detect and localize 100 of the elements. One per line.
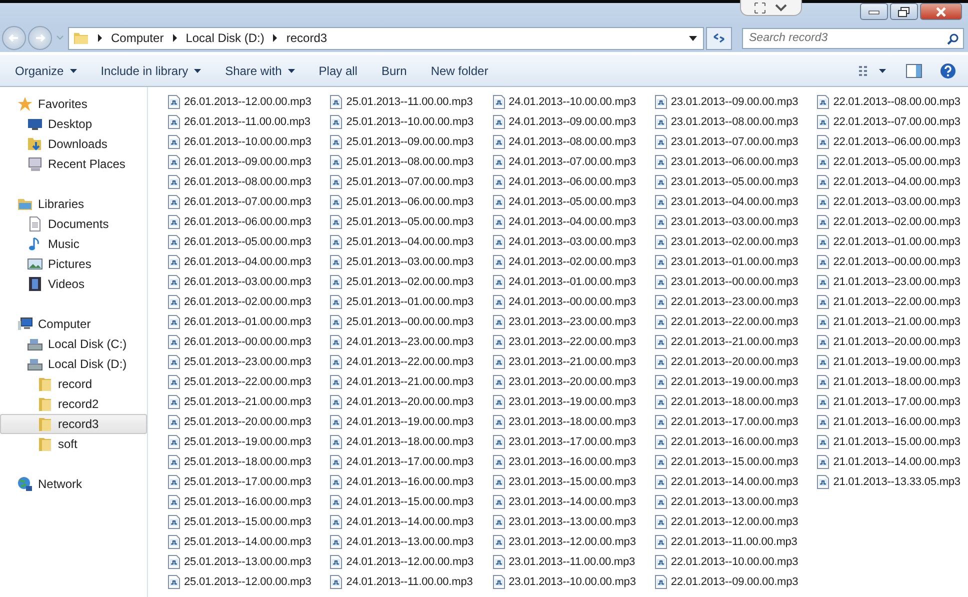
file-item[interactable]: 22.01.2013--11.00.00.mp3 — [654, 532, 818, 552]
file-item[interactable]: 21.01.2013--22.00.00.mp3 — [817, 292, 968, 312]
file-item[interactable]: 22.01.2013--23.00.00.mp3 — [654, 292, 818, 312]
minimize-button[interactable] — [860, 3, 888, 20]
file-item[interactable]: 22.01.2013--22.00.00.mp3 — [654, 312, 818, 332]
file-item[interactable]: 22.01.2013--07.00.00.mp3 — [817, 112, 968, 132]
close-button[interactable] — [920, 3, 962, 20]
back-button[interactable] — [2, 26, 26, 50]
file-item[interactable]: 22.01.2013--12.00.00.mp3 — [654, 512, 818, 532]
file-item[interactable]: 22.01.2013--06.00.00.mp3 — [817, 132, 968, 152]
file-item[interactable]: 25.01.2013--03.00.00.mp3 — [330, 252, 493, 272]
navigation-item[interactable]: Local Disk (D:) — [0, 354, 147, 374]
forward-button[interactable] — [28, 26, 52, 50]
navigation-item[interactable]: record2 — [0, 394, 147, 414]
toolbar-button[interactable]: New folder — [422, 60, 498, 82]
file-item[interactable]: 26.01.2013--04.00.00.mp3 — [168, 252, 330, 272]
navigation-item[interactable]: Music — [0, 234, 147, 254]
file-item[interactable]: 22.01.2013--19.00.00.mp3 — [654, 372, 818, 392]
file-item[interactable]: 22.01.2013--01.00.00.mp3 — [817, 232, 968, 252]
file-item[interactable]: 23.01.2013--22.00.00.mp3 — [492, 332, 655, 352]
file-item[interactable]: 23.01.2013--05.00.00.mp3 — [654, 172, 818, 192]
file-item[interactable]: 24.01.2013--17.00.00.mp3 — [330, 452, 493, 472]
breadcrumb[interactable]: Local Disk (D:) — [186, 31, 264, 45]
navigation-item[interactable]: record — [0, 374, 147, 394]
breadcrumb[interactable]: record3 — [286, 31, 328, 45]
file-item[interactable]: 25.01.2013--10.00.00.mp3 — [330, 112, 493, 132]
file-item[interactable]: 24.01.2013--00.00.00.mp3 — [492, 292, 655, 312]
toolbar-button[interactable]: Share with — [216, 60, 304, 82]
file-item[interactable]: 22.01.2013--08.00.00.mp3 — [817, 92, 968, 112]
file-item[interactable]: 24.01.2013--06.00.00.mp3 — [492, 172, 655, 192]
file-item[interactable]: 24.01.2013--20.00.00.mp3 — [330, 392, 493, 412]
file-item[interactable]: 23.01.2013--23.00.00.mp3 — [492, 312, 655, 332]
file-item[interactable]: 24.01.2013--03.00.00.mp3 — [492, 232, 655, 252]
file-item[interactable]: 22.01.2013--14.00.00.mp3 — [654, 472, 818, 492]
file-item[interactable]: 24.01.2013--22.00.00.mp3 — [330, 352, 493, 372]
file-item[interactable]: 22.01.2013--09.00.00.mp3 — [654, 572, 818, 592]
navigation-item[interactable]: Videos — [0, 274, 147, 294]
navigation-item[interactable]: Downloads — [0, 134, 147, 154]
file-item[interactable]: 26.01.2013--05.00.00.mp3 — [168, 232, 330, 252]
file-item[interactable]: 22.01.2013--04.00.00.mp3 — [817, 172, 968, 192]
file-item[interactable]: 26.01.2013--11.00.00.mp3 — [168, 112, 330, 132]
toolbar-button[interactable]: Burn — [372, 60, 416, 82]
file-item[interactable]: 22.01.2013--16.00.00.mp3 — [654, 432, 818, 452]
navigation-item[interactable]: Libraries — [0, 194, 147, 214]
file-item[interactable]: 23.01.2013--09.00.00.mp3 — [654, 92, 818, 112]
file-item[interactable]: 24.01.2013--21.00.00.mp3 — [330, 372, 493, 392]
file-item[interactable]: 24.01.2013--18.00.00.mp3 — [330, 432, 493, 452]
file-item[interactable]: 23.01.2013--20.00.00.mp3 — [492, 372, 655, 392]
file-item[interactable]: 23.01.2013--21.00.00.mp3 — [492, 352, 655, 372]
restore-button[interactable] — [890, 3, 918, 20]
file-item[interactable]: 21.01.2013--15.00.00.mp3 — [817, 432, 968, 452]
file-item[interactable]: 25.01.2013--04.00.00.mp3 — [330, 232, 493, 252]
file-item[interactable]: 22.01.2013--10.00.00.mp3 — [654, 552, 818, 572]
file-item[interactable]: 25.01.2013--14.00.00.mp3 — [168, 532, 330, 552]
file-item[interactable]: 26.01.2013--09.00.00.mp3 — [168, 152, 330, 172]
navigation-item[interactable]: Recent Places — [0, 154, 147, 174]
file-item[interactable]: 22.01.2013--18.00.00.mp3 — [654, 392, 818, 412]
file-item[interactable]: 25.01.2013--15.00.00.mp3 — [168, 512, 330, 532]
file-item[interactable]: 23.01.2013--04.00.00.mp3 — [654, 192, 818, 212]
file-item[interactable]: 25.01.2013--11.00.00.mp3 — [330, 92, 493, 112]
toolbar-button[interactable]: Organize — [6, 60, 86, 82]
breadcrumb[interactable]: Computer — [111, 31, 164, 45]
file-item[interactable]: 23.01.2013--11.00.00.mp3 — [492, 552, 655, 572]
file-item[interactable]: 24.01.2013--02.00.00.mp3 — [492, 252, 655, 272]
file-item[interactable]: 25.01.2013--23.00.00.mp3 — [168, 352, 330, 372]
file-item[interactable]: 22.01.2013--05.00.00.mp3 — [817, 152, 968, 172]
file-item[interactable]: 24.01.2013--08.00.00.mp3 — [492, 132, 655, 152]
file-item[interactable]: 23.01.2013--13.00.00.mp3 — [492, 512, 655, 532]
file-item[interactable]: 22.01.2013--02.00.00.mp3 — [817, 212, 968, 232]
address-bar[interactable]: Computer Local Disk (D:) record3 — [68, 26, 704, 50]
file-item[interactable]: 25.01.2013--08.00.00.mp3 — [330, 152, 493, 172]
file-item[interactable]: 23.01.2013--10.00.00.mp3 — [492, 572, 655, 592]
file-item[interactable]: 24.01.2013--12.00.00.mp3 — [330, 552, 493, 572]
file-item[interactable]: 25.01.2013--07.00.00.mp3 — [330, 172, 493, 192]
chevron-down-icon[interactable] — [774, 2, 788, 12]
file-item[interactable]: 26.01.2013--03.00.00.mp3 — [168, 272, 330, 292]
file-item[interactable]: 24.01.2013--10.00.00.mp3 — [492, 92, 655, 112]
file-item[interactable]: 24.01.2013--13.00.00.mp3 — [330, 532, 493, 552]
breadcrumb-arrow-icon[interactable] — [97, 34, 103, 42]
file-item[interactable]: 23.01.2013--00.00.00.mp3 — [654, 272, 818, 292]
file-item[interactable]: 22.01.2013--20.00.00.mp3 — [654, 352, 818, 372]
resize-icon[interactable] — [754, 2, 766, 14]
file-item[interactable]: 21.01.2013--20.00.00.mp3 — [817, 332, 968, 352]
file-item[interactable]: 23.01.2013--01.00.00.mp3 — [654, 252, 818, 272]
navigation-item[interactable]: Local Disk (C:) — [0, 334, 147, 354]
file-item[interactable]: 25.01.2013--05.00.00.mp3 — [330, 212, 493, 232]
file-item[interactable]: 25.01.2013--13.00.00.mp3 — [168, 552, 330, 572]
file-item[interactable]: 24.01.2013--05.00.00.mp3 — [492, 192, 655, 212]
navigation-item[interactable]: record3 — [0, 414, 147, 434]
file-item[interactable]: 22.01.2013--17.00.00.mp3 — [654, 412, 818, 432]
file-item[interactable]: 23.01.2013--19.00.00.mp3 — [492, 392, 655, 412]
file-item[interactable]: 25.01.2013--16.00.00.mp3 — [168, 492, 330, 512]
navigation-item[interactable]: Desktop — [0, 114, 147, 134]
file-item[interactable]: 25.01.2013--22.00.00.mp3 — [168, 372, 330, 392]
file-item[interactable]: 23.01.2013--06.00.00.mp3 — [654, 152, 818, 172]
file-item[interactable]: 26.01.2013--10.00.00.mp3 — [168, 132, 330, 152]
file-item[interactable]: 21.01.2013--18.00.00.mp3 — [817, 372, 968, 392]
file-item[interactable]: 25.01.2013--01.00.00.mp3 — [330, 292, 493, 312]
toolbar-button[interactable]: Include in library — [92, 60, 210, 82]
file-item[interactable]: 24.01.2013--23.00.00.mp3 — [330, 332, 493, 352]
